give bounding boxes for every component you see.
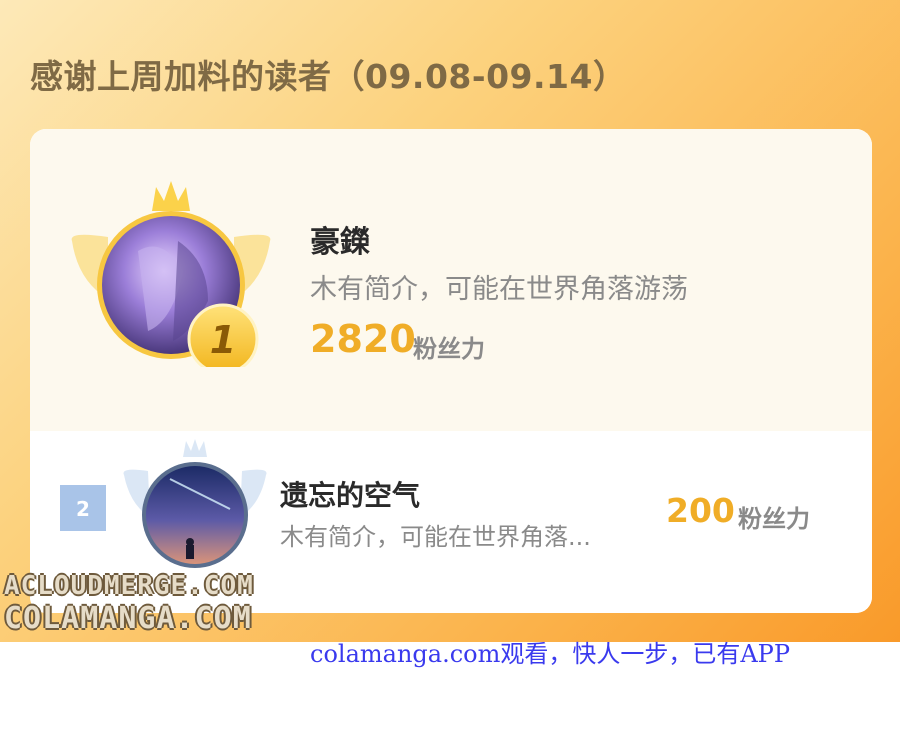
leaderboard-row-1[interactable]: 1 豪鑅 木有简介，可能在世界角落游荡 2820 粉丝力 (30, 129, 872, 431)
watermark-line-2: COLAMANGA.COM (4, 601, 252, 636)
fan-power-value: 2820 (310, 317, 416, 361)
reader-name[interactable]: 遗忘的空气 (280, 474, 420, 514)
crown-icon (183, 439, 207, 457)
avatar (146, 466, 244, 564)
svg-text:2: 2 (76, 497, 90, 521)
fan-power-value: 200 (666, 491, 735, 530)
reader-name[interactable]: 豪鑅 (310, 217, 370, 261)
footer-promo-link[interactable]: colamanga.com观看，快人一步，已有APP (310, 634, 790, 669)
leaderboard-banner: 感谢上周加料的读者（09.08-09.14） 1 豪鑅 木有简介，可能在世界角落… (0, 0, 900, 642)
rank-1-medal-icon: 1 (187, 303, 259, 367)
fan-power-label: 粉丝力 (413, 335, 485, 363)
fan-power-label: 粉丝力 (738, 505, 810, 533)
reader-bio: 木有简介，可能在世界角落游荡 (310, 274, 688, 305)
watermark-line-1: ACLOUDMERGE.COM (4, 571, 254, 601)
svg-text:1: 1 (210, 318, 236, 362)
rank-2-badge-icon: 2 (60, 485, 106, 531)
crown-icon (152, 181, 190, 211)
rank-2-avatar-frame (123, 439, 267, 568)
page-title: 感谢上周加料的读者（09.08-09.14） (30, 57, 627, 96)
rank-1-avatar-frame: 1 (71, 181, 271, 367)
reader-leaderboard-card: 1 豪鑅 木有简介，可能在世界角落游荡 2820 粉丝力 2 遗忘的空气 木有简… (30, 129, 872, 613)
reader-bio: 木有简介，可能在世界角落... (280, 523, 591, 551)
